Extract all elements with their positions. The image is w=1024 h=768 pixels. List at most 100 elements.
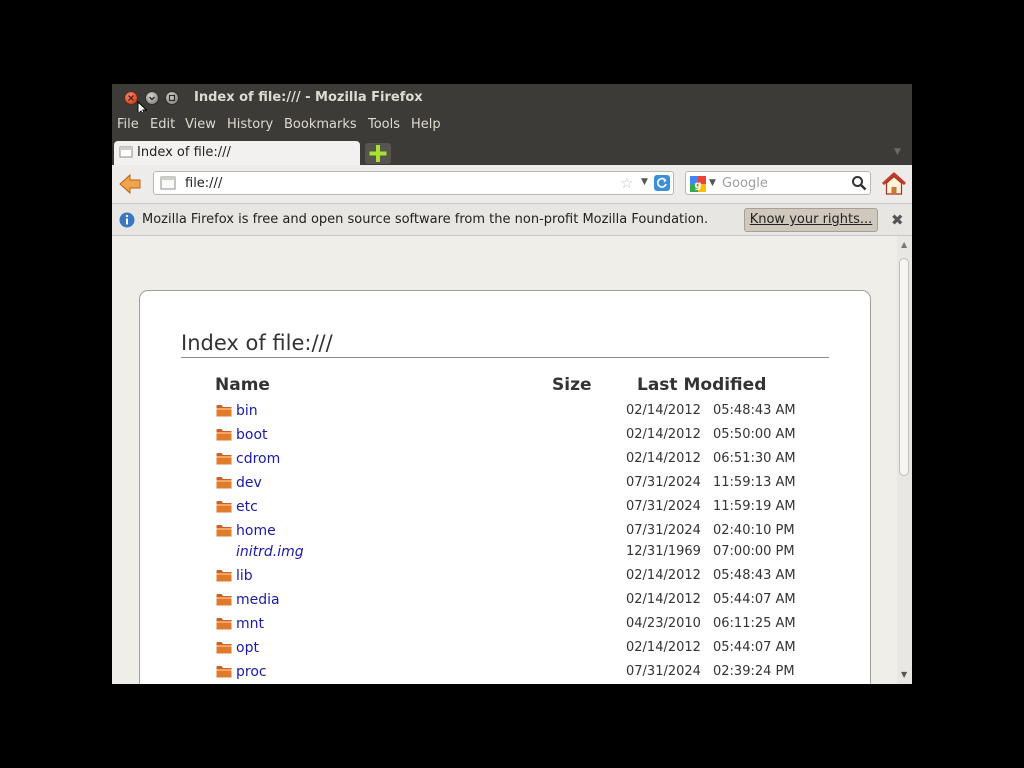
heading-divider bbox=[181, 357, 829, 358]
folder-icon bbox=[216, 666, 232, 678]
folder-icon bbox=[216, 477, 232, 489]
reload-icon[interactable] bbox=[654, 175, 670, 191]
menu-history[interactable]: History bbox=[227, 117, 273, 132]
plus-icon bbox=[369, 145, 387, 162]
folder-link[interactable]: etc bbox=[236, 499, 258, 515]
tab-index-of-file[interactable]: Index of file:/// bbox=[114, 141, 360, 165]
window-close-button[interactable] bbox=[124, 91, 138, 105]
menu-bar: File Edit View History Bookmarks Tools H… bbox=[112, 112, 912, 138]
column-header-name[interactable]: Name bbox=[215, 375, 270, 395]
scroll-up-arrow-icon[interactable]: ▲ bbox=[901, 240, 907, 249]
scrollbar-thumb[interactable] bbox=[899, 258, 909, 476]
modified-time: 11:59:13 AM bbox=[713, 475, 796, 490]
modified-time: 02:39:24 PM bbox=[713, 664, 795, 679]
google-search-engine-icon[interactable]: g bbox=[690, 176, 706, 192]
tab-list-chevron-icon[interactable]: ▼ bbox=[894, 147, 901, 157]
page-icon bbox=[119, 146, 133, 158]
search-engine-dropdown-icon[interactable]: ▼ bbox=[709, 178, 716, 188]
new-tab-button[interactable] bbox=[365, 143, 391, 164]
folder-link[interactable]: dev bbox=[236, 475, 262, 491]
folder-link[interactable]: opt bbox=[236, 640, 259, 656]
table-row: opt 02/14/2012 05:44:07 AM bbox=[140, 638, 840, 660]
modified-date: 02/14/2012 bbox=[626, 451, 701, 466]
page-content: Index of file:/// Name Size Last Modifie… bbox=[112, 236, 897, 684]
vertical-scrollbar[interactable]: ▲ ▼ bbox=[897, 236, 912, 684]
search-input[interactable] bbox=[722, 174, 840, 192]
modified-time: 05:48:43 AM bbox=[713, 403, 796, 418]
folder-icon bbox=[216, 405, 232, 417]
table-row: bin 02/14/2012 05:48:43 AM bbox=[140, 401, 840, 423]
title-bar: Index of file:/// - Mozilla Firefox bbox=[112, 84, 912, 117]
modified-time: 11:59:19 AM bbox=[713, 499, 796, 514]
table-row: lib 02/14/2012 05:48:43 AM bbox=[140, 566, 840, 588]
table-row: dev 07/31/2024 11:59:13 AM bbox=[140, 473, 840, 495]
bookmark-star-icon[interactable]: ☆ bbox=[620, 174, 633, 192]
modified-date: 02/14/2012 bbox=[626, 427, 701, 442]
svg-text:g: g bbox=[694, 180, 701, 191]
folder-icon bbox=[216, 642, 232, 654]
close-icon[interactable]: ✖ bbox=[891, 211, 904, 229]
modified-date: 07/31/2024 bbox=[626, 523, 701, 538]
menu-edit[interactable]: Edit bbox=[150, 117, 175, 132]
url-text[interactable]: file:/// bbox=[185, 176, 222, 191]
modified-date: 07/31/2024 bbox=[626, 475, 701, 490]
modified-time: 05:44:07 AM bbox=[713, 592, 796, 607]
window-maximize-button[interactable] bbox=[165, 91, 179, 105]
modified-date: 02/14/2012 bbox=[626, 568, 701, 583]
url-bar[interactable]: file:/// ☆ ▼ bbox=[153, 171, 674, 195]
info-icon bbox=[119, 212, 135, 228]
modified-time: 05:48:43 AM bbox=[713, 568, 796, 583]
page-icon bbox=[160, 176, 176, 190]
folder-icon bbox=[216, 429, 232, 441]
folder-link[interactable]: bin bbox=[236, 403, 258, 419]
folder-link[interactable]: boot bbox=[236, 427, 268, 443]
folder-icon bbox=[216, 594, 232, 606]
table-row: boot 02/14/2012 05:50:00 AM bbox=[140, 425, 840, 447]
column-header-last-modified[interactable]: Last Modified bbox=[637, 375, 766, 395]
tab-label: Index of file:/// bbox=[137, 145, 231, 160]
menu-help[interactable]: Help bbox=[411, 117, 441, 132]
table-row: etc 07/31/2024 11:59:19 AM bbox=[140, 497, 840, 519]
table-row: mnt 04/23/2010 06:11:25 AM bbox=[140, 614, 840, 636]
know-your-rights-button[interactable]: Know your rights... bbox=[744, 208, 878, 232]
url-history-dropdown-icon[interactable]: ▼ bbox=[641, 177, 648, 187]
folder-icon bbox=[216, 618, 232, 630]
browser-window: Index of file:/// - Mozilla Firefox File… bbox=[112, 84, 912, 684]
column-header-size[interactable]: Size bbox=[552, 375, 592, 395]
search-icon[interactable] bbox=[851, 175, 867, 191]
folder-link[interactable]: media bbox=[236, 592, 280, 608]
modified-date: 07/31/2024 bbox=[626, 664, 701, 679]
folder-link[interactable]: proc bbox=[236, 664, 267, 680]
menu-tools[interactable]: Tools bbox=[368, 117, 400, 132]
menu-file[interactable]: File bbox=[117, 117, 139, 132]
folder-link[interactable]: home bbox=[236, 523, 276, 539]
back-arrow-icon[interactable] bbox=[118, 172, 142, 196]
menu-view[interactable]: View bbox=[185, 117, 216, 132]
modified-date: 04/23/2010 bbox=[626, 616, 701, 631]
search-bar: g ▼ bbox=[685, 171, 871, 195]
modified-date: 02/14/2012 bbox=[626, 640, 701, 655]
navigation-toolbar: file:/// ☆ ▼ g ▼ bbox=[112, 165, 912, 204]
folder-link[interactable]: mnt bbox=[236, 616, 264, 632]
notification-message: Mozilla Firefox is free and open source … bbox=[142, 212, 709, 227]
folder-link[interactable]: lib bbox=[236, 568, 253, 584]
table-row: cdrom 02/14/2012 06:51:30 AM bbox=[140, 449, 840, 471]
modified-time: 05:44:07 AM bbox=[713, 640, 796, 655]
folder-icon bbox=[216, 570, 232, 582]
modified-time: 02:40:10 PM bbox=[713, 523, 795, 538]
menu-bookmarks[interactable]: Bookmarks bbox=[284, 117, 357, 132]
modified-time: 06:51:30 AM bbox=[713, 451, 796, 466]
notification-bar: Mozilla Firefox is free and open source … bbox=[112, 204, 912, 236]
modified-date: 12/31/1969 bbox=[626, 544, 701, 559]
page-title: Index of file:/// bbox=[181, 331, 333, 355]
tab-strip: Index of file:/// ▼ bbox=[112, 138, 912, 165]
scroll-down-arrow-icon[interactable]: ▼ bbox=[901, 670, 907, 679]
folder-icon bbox=[216, 525, 232, 537]
window-minimize-button[interactable] bbox=[145, 91, 159, 105]
modified-time: 05:50:00 AM bbox=[713, 427, 796, 442]
modified-time: 07:00:00 PM bbox=[713, 544, 795, 559]
home-icon[interactable] bbox=[881, 171, 907, 197]
folder-link[interactable]: cdrom bbox=[236, 451, 280, 467]
table-row: media 02/14/2012 05:44:07 AM bbox=[140, 590, 840, 612]
file-link[interactable]: initrd.img bbox=[236, 544, 304, 560]
